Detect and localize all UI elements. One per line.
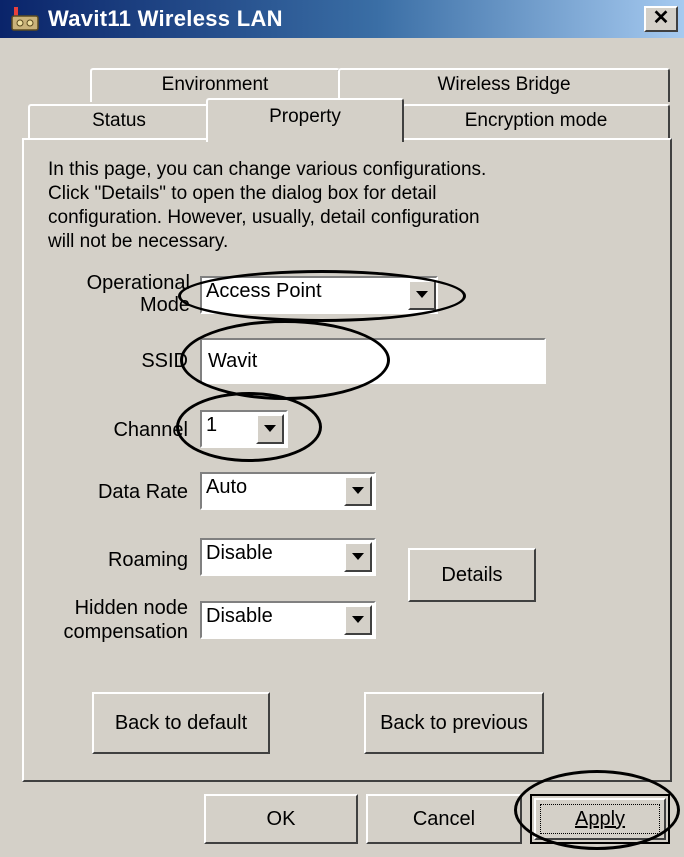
ssid-label: SSID [141,350,188,372]
ssid-input[interactable]: Wavit [200,338,546,384]
tab-environment[interactable]: Environment [90,68,340,102]
data-rate-select[interactable]: Auto [200,472,376,510]
wireless-lan-icon [8,6,42,32]
channel-select[interactable]: 1 [200,410,288,448]
tab-label: Encryption mode [464,110,608,131]
hidden-node-select[interactable]: Disable [200,601,376,639]
tab-wireless-bridge[interactable]: Wireless Bridge [338,68,670,102]
tab-label: Status [92,110,146,131]
intro-text: In this page, you can change various con… [48,158,486,254]
chevron-down-icon[interactable] [408,280,436,310]
ok-button[interactable]: OK [204,794,358,844]
label-line: Mode [139,294,190,316]
intro-line: Click "Details" to open the dialog box f… [48,183,437,204]
tab-label: Property [269,106,341,127]
details-button[interactable]: Details [408,548,536,602]
close-icon: ✕ [652,7,670,29]
tab-encryption-mode[interactable]: Encryption mode [402,104,670,140]
select-value: Disable [206,605,273,627]
data-rate-label: Data Rate [97,481,188,503]
select-value: Access Point [206,280,322,302]
label-line: compensation [63,621,188,643]
operational-mode-select[interactable]: Access Point [200,276,438,314]
select-value: Auto [206,476,248,498]
roaming-label: Roaming [107,549,188,571]
hidden-node-label: Hidden node compensation [36,596,188,644]
tab-status[interactable]: Status [28,104,210,140]
chevron-down-icon[interactable] [256,414,284,444]
tab-label: Wireless Bridge [437,74,571,95]
tab-label: Environment [161,74,269,95]
label-line: Hidden node [74,597,188,619]
chevron-down-icon[interactable] [344,476,372,506]
select-value: 1 [206,414,218,436]
chevron-down-icon[interactable] [344,542,372,572]
label-line: Operational [86,272,190,294]
tab-property[interactable]: Property [206,98,404,142]
roaming-select[interactable]: Disable [200,538,376,576]
cancel-button[interactable]: Cancel [366,794,522,844]
intro-line: will not be necessary. [48,231,229,252]
ssid-value: Wavit [208,350,258,372]
intro-line: configuration. However, usually, detail … [48,207,480,228]
close-button[interactable]: ✕ [644,6,678,32]
apply-button[interactable]: Apply [530,794,670,844]
channel-label: Channel [113,419,188,441]
select-value: Disable [206,542,273,564]
intro-line: In this page, you can change various con… [48,159,487,180]
apply-label: Apply [574,807,626,830]
window-title: Wavit11 Wireless LAN [48,6,283,31]
back-to-default-button[interactable]: Back to default [92,692,270,754]
back-to-previous-button[interactable]: Back to previous [364,692,544,754]
chevron-down-icon[interactable] [344,605,372,635]
operational-mode-label: Operational Mode [40,272,190,316]
title-bar[interactable]: Wavit11 Wireless LAN ✕ [0,0,684,38]
